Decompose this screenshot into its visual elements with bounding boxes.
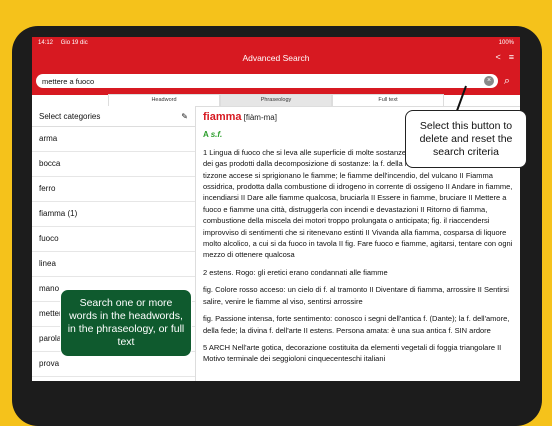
definition-4-text: fig. Passione intensa, forte sentimento:… <box>203 314 510 335</box>
tab-full-text[interactable]: Full text <box>332 94 444 107</box>
sidebar-item-bocca[interactable]: bocca <box>32 152 195 177</box>
edit-icon[interactable]: ✎ <box>181 112 188 121</box>
search-callout: Search one or more words in the headword… <box>60 289 192 357</box>
page-title: Advanced Search <box>242 53 310 63</box>
definition-4: fig. Passione intensa, forte sentimento:… <box>203 313 515 336</box>
sidebar-item-ferro[interactable]: ferro <box>32 177 195 202</box>
definition-5-number: 5 <box>203 342 208 352</box>
entry-pos-letter: A <box>203 130 209 140</box>
definition-5-text: ARCH Nell'arte gotica, decorazione costi… <box>203 342 502 364</box>
search-input[interactable]: mettere a fuoco × <box>36 74 498 88</box>
tab-phraseology[interactable]: Phraseology <box>220 94 332 107</box>
sidebar-item-linea[interactable]: linea <box>32 252 195 277</box>
sidebar-title: Select categories <box>39 111 101 121</box>
nav-bar: Advanced Search < ≡ <box>32 49 520 67</box>
clear-icon[interactable]: × <box>484 76 494 86</box>
entry-headword: fiamma <box>203 111 242 123</box>
search-input-value: mettere a fuoco <box>42 76 95 86</box>
sidebar-item-ruota[interactable]: ruota <box>32 377 195 381</box>
share-icon[interactable]: < <box>495 52 500 62</box>
definition-2: 2 estens. Rogo: gli eretici erano condan… <box>203 267 515 278</box>
definition-2-number: 2 <box>203 267 208 277</box>
status-time: 14:12 <box>38 40 54 46</box>
sidebar-item-fuoco[interactable]: fuoco <box>32 227 195 252</box>
search-icon[interactable]: ⌕ <box>498 75 516 88</box>
definition-5: 5 ARCH Nell'arte gotica, decorazione cos… <box>203 342 515 365</box>
definition-3-text: fig. Colore rosso acceso: un cielo di f.… <box>203 285 509 306</box>
sidebar-header: Select categories ✎ <box>32 106 195 127</box>
definition-2-text: estens. Rogo: gli eretici erano condanna… <box>209 267 388 277</box>
definition-3: fig. Colore rosso acceso: un cielo di f.… <box>203 284 515 307</box>
search-row: mettere a fuoco × ⌕ <box>32 67 520 95</box>
status-battery: 100% <box>498 40 514 46</box>
sidebar-item-fiamma[interactable]: fiamma (1) <box>32 202 195 227</box>
entry-pronunciation: [fiàm-ma] <box>243 113 277 122</box>
definition-1-number: 1 <box>203 147 208 157</box>
reset-callout: Select this button to delete and reset t… <box>405 110 527 168</box>
status-bar: 14:12 Gio 19 dic 100% <box>32 37 520 49</box>
entry-pos-type: s.f. <box>210 130 223 140</box>
menu-icon[interactable]: ≡ <box>509 52 514 62</box>
sidebar-item-arma[interactable]: arma <box>32 127 195 152</box>
status-date: Gio 19 dic <box>60 40 88 46</box>
